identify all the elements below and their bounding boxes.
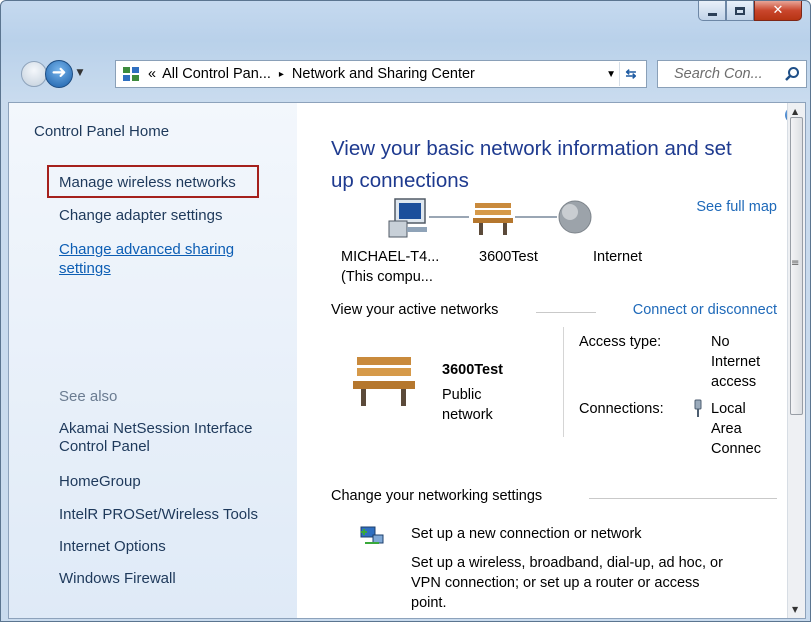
refresh-icon[interactable]: ⇆ (619, 62, 642, 86)
computer-label: MICHAEL-T4... (This compu... (341, 247, 439, 287)
main-pane: View your basic network information and … (331, 103, 777, 618)
address-bar[interactable]: « All Control Pan... ▸ Network and Shari… (115, 60, 647, 88)
akamai-line1: Akamai NetSession Interface (59, 420, 253, 437)
minimize-button[interactable] (698, 1, 726, 21)
change-advanced-sharing-line2: settings (59, 260, 111, 277)
internet-globe-icon (558, 200, 592, 234)
scroll-down-icon[interactable]: ▼ (792, 605, 798, 614)
address-dropdown-icon[interactable]: ▼ (606, 69, 616, 80)
access-value-line3: access (711, 374, 757, 390)
computer-subtitle: (This compu... (341, 269, 433, 285)
local-area-connection-link[interactable]: Local Area Connec (711, 399, 761, 459)
connections-label: Connections: (579, 401, 664, 417)
network-label: 3600Test (479, 249, 538, 265)
access-value-line2: Internet (711, 354, 761, 370)
close-button[interactable]: ✕ (754, 1, 802, 21)
navigation-bar: ➜ ▼ « All Control Pan... ▸ Network and S… (1, 57, 810, 93)
connection-line3: Connec (711, 441, 761, 457)
breadcrumb-separator-icon[interactable]: ▸ (279, 69, 284, 80)
change-advanced-sharing-link[interactable]: Change advanced sharing settings (59, 241, 234, 277)
network-map (388, 198, 592, 238)
control-panel-icon (122, 65, 140, 83)
internet-options-link[interactable]: Internet Options (59, 538, 166, 555)
caption-buttons: ✕ (698, 1, 802, 23)
network-type-link[interactable]: Public network (442, 385, 493, 425)
control-panel-home-link[interactable]: Control Panel Home (34, 123, 169, 140)
connection-line2: Area (711, 421, 742, 437)
breadcrumb-network-sharing-center[interactable]: Network and Sharing Center (292, 66, 475, 82)
breadcrumb-all-control-panel[interactable]: All Control Pan... (162, 66, 271, 82)
back-button[interactable] (21, 61, 47, 87)
change-adapter-settings-link[interactable]: Change adapter settings (59, 207, 222, 224)
chevron-down-icon: ▼ (76, 68, 84, 78)
ethernet-icon (694, 399, 702, 417)
computer-icon (388, 198, 427, 238)
minimize-icon (707, 13, 717, 16)
close-icon: ✕ (772, 3, 784, 18)
active-networks-heading: View your active networks (331, 302, 499, 318)
divider (589, 498, 777, 499)
setup-desc-line1: Set up a wireless, broadband, dial-up, a… (411, 555, 723, 571)
setup-desc-line3: point. (411, 595, 447, 611)
active-network-name: 3600Test (442, 362, 503, 378)
setup-description: Set up a wireless, broadband, dial-up, a… (411, 553, 723, 613)
vertical-scrollbar[interactable]: ▲ ≡ ▼ (787, 103, 805, 618)
setup-desc-line2: VPN connection; or set up a router or ac… (411, 575, 700, 591)
manage-wireless-networks-link[interactable]: Manage wireless networks (59, 174, 236, 191)
intel-proset-link[interactable]: IntelR PROSet/Wireless Tools (59, 506, 258, 523)
see-full-map-link[interactable]: See full map (696, 199, 777, 215)
homegroup-link[interactable]: HomeGroup (59, 473, 141, 490)
search-placeholder: Search Con... (674, 66, 763, 82)
windows-firewall-link[interactable]: Windows Firewall (59, 570, 176, 587)
bench-network-large-icon (353, 357, 415, 406)
content-area: Control Panel Home Manage wireless netwo… (8, 102, 806, 619)
akamai-link[interactable]: Akamai NetSession Interface Control Pane… (59, 420, 252, 455)
scroll-grip-icon: ≡ (791, 258, 800, 269)
maximize-icon (735, 6, 745, 15)
maximize-button[interactable] (726, 1, 754, 21)
search-icon[interactable] (784, 66, 800, 82)
page-title: View your basic network information and … (331, 133, 777, 197)
akamai-line2: Control Panel (59, 438, 150, 455)
connection-line1: Local (711, 401, 746, 417)
change-advanced-sharing-line1: Change advanced sharing (59, 241, 235, 258)
computer-name: MICHAEL-T4... (341, 249, 440, 265)
left-navigation-pane: Control Panel Home Manage wireless netwo… (9, 103, 297, 618)
access-type-value: No Internet access (711, 332, 760, 392)
connect-disconnect-link[interactable]: Connect or disconnect (633, 302, 777, 318)
divider (536, 312, 596, 313)
bench-network-icon (473, 203, 513, 235)
breadcrumb-prefix: « (148, 66, 157, 82)
internet-label: Internet (593, 249, 643, 265)
see-also-heading: See also (59, 388, 118, 405)
window: ✕ ➜ ▼ « All Control Pan... ▸ Network and… (0, 0, 811, 622)
page-title-line1: View your basic network information and … (331, 137, 732, 160)
new-connection-icon (360, 526, 384, 544)
change-settings-heading: Change your networking settings (331, 488, 543, 504)
setup-new-connection-link[interactable]: Set up a new connection or network (411, 524, 642, 544)
scroll-up-icon[interactable]: ▲ (792, 107, 798, 116)
arrow-right-icon: ➜ (51, 62, 67, 83)
search-input[interactable]: Search Con... (657, 60, 807, 88)
forward-button[interactable]: ➜ (45, 60, 73, 88)
divider (563, 327, 564, 437)
access-value-line1: No (711, 334, 730, 350)
recent-pages-dropdown[interactable]: ▼ (74, 67, 86, 79)
network-type-line1: Public (442, 387, 482, 403)
access-type-label: Access type: (579, 334, 662, 350)
network-type-line2: network (442, 407, 493, 423)
